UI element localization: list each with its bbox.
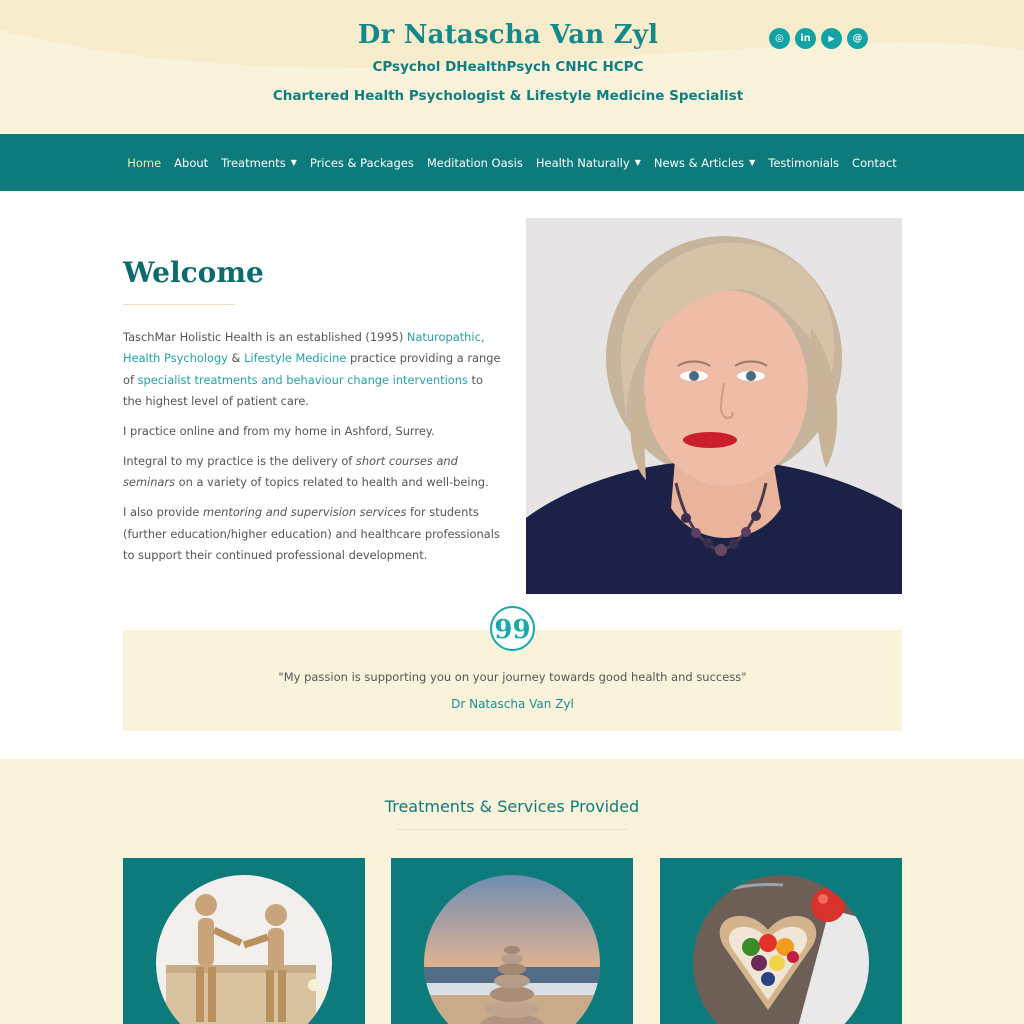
service-card-meditation[interactable] xyxy=(391,858,633,1024)
nav-item-label: Treatments xyxy=(221,155,286,170)
welcome-paragraph: I practice online and from my home in As… xyxy=(123,424,435,439)
service-card-image xyxy=(156,875,332,1024)
service-card-image xyxy=(424,875,600,1024)
email-icon[interactable]: @ xyxy=(847,28,868,49)
service-card-psychology[interactable] xyxy=(123,858,365,1024)
site-header: Dr Natascha Van Zyl CPsychol DHealthPsyc… xyxy=(0,0,1024,134)
text: Integral to my practice is the delivery … xyxy=(123,454,356,469)
welcome-heading: Welcome xyxy=(123,256,264,289)
nav-item-treatments[interactable]: Treatments ▼ xyxy=(215,156,304,170)
chevron-down-icon: ▼ xyxy=(290,158,297,167)
nav-item-contact[interactable]: Contact xyxy=(846,156,904,170)
site-credentials: CPsychol DHealthPsych CNHC HCPC xyxy=(372,59,644,75)
nav-item-label: Health Naturally xyxy=(535,155,630,170)
nav-item-label: About xyxy=(174,155,209,170)
text: I also provide xyxy=(123,505,204,520)
welcome-paragraph: I also provide mentoring and supervision… xyxy=(123,502,503,566)
quote-author: Dr Natascha Van Zyl xyxy=(451,697,574,711)
nav-item-home[interactable]: Home xyxy=(121,156,168,170)
linkedin-icon[interactable]: in xyxy=(795,28,816,49)
welcome-paragraph: Integral to my practice is the delivery … xyxy=(123,451,503,494)
heart-bowl-food-image xyxy=(693,875,869,1024)
nav-item-meditation-oasis[interactable]: Meditation Oasis xyxy=(420,156,529,170)
heading-divider xyxy=(123,304,235,305)
chevron-down-icon: ▼ xyxy=(749,158,756,167)
quote-text: "My passion is supporting you on your jo… xyxy=(278,670,747,684)
specialist-treatments-link[interactable]: specialist treatments and behaviour chan… xyxy=(138,373,468,387)
text: on a variety of topics related to health… xyxy=(175,475,489,490)
emphasis: mentoring and supervision services xyxy=(203,505,407,520)
nav-item-label: Prices & Packages xyxy=(309,155,414,170)
social-links: ◎ in ▶ @ xyxy=(769,28,868,49)
main-nav: Home About Treatments ▼ Prices & Packages… xyxy=(0,134,1024,191)
wooden-figures-image xyxy=(156,875,332,1024)
instagram-icon[interactable]: ◎ xyxy=(769,28,790,49)
stacked-stones-image xyxy=(424,875,600,1024)
service-card-lifestyle-medicine[interactable] xyxy=(660,858,902,1024)
service-card-image xyxy=(693,875,869,1024)
nav-item-label: Testimonials xyxy=(768,155,840,170)
lifestyle-medicine-link[interactable]: Lifestyle Medicine xyxy=(244,351,346,365)
portrait-photo xyxy=(526,218,902,594)
nav-item-testimonials[interactable]: Testimonials xyxy=(762,156,846,170)
nav-item-label: Contact xyxy=(852,155,897,170)
nav-item-label: Home xyxy=(127,155,162,170)
nav-item-about[interactable]: About xyxy=(168,156,215,170)
quote-marks-icon: 99 xyxy=(490,606,535,651)
portrait-illustration xyxy=(526,218,902,594)
site-tagline: Chartered Health Psychologist & Lifestyl… xyxy=(272,88,744,104)
nav-item-label: Meditation Oasis xyxy=(426,155,523,170)
welcome-body: TaschMar Holistic Health is an establish… xyxy=(123,327,503,575)
nav-item-news-articles[interactable]: News & Articles ▼ xyxy=(647,156,761,170)
text: & xyxy=(227,351,245,366)
services-heading: Treatments & Services Provided xyxy=(384,797,640,816)
text: TaschMar Holistic Health is an establish… xyxy=(123,330,407,344)
chevron-down-icon: ▼ xyxy=(634,158,641,167)
nav-item-health-naturally[interactable]: Health Naturally ▼ xyxy=(529,156,647,170)
welcome-paragraph: TaschMar Holistic Health is an establish… xyxy=(123,327,503,413)
nav-item-label: News & Articles xyxy=(653,155,745,170)
youtube-icon[interactable]: ▶ xyxy=(821,28,842,49)
heading-divider xyxy=(397,829,627,830)
nav-item-prices-packages[interactable]: Prices & Packages xyxy=(303,156,420,170)
